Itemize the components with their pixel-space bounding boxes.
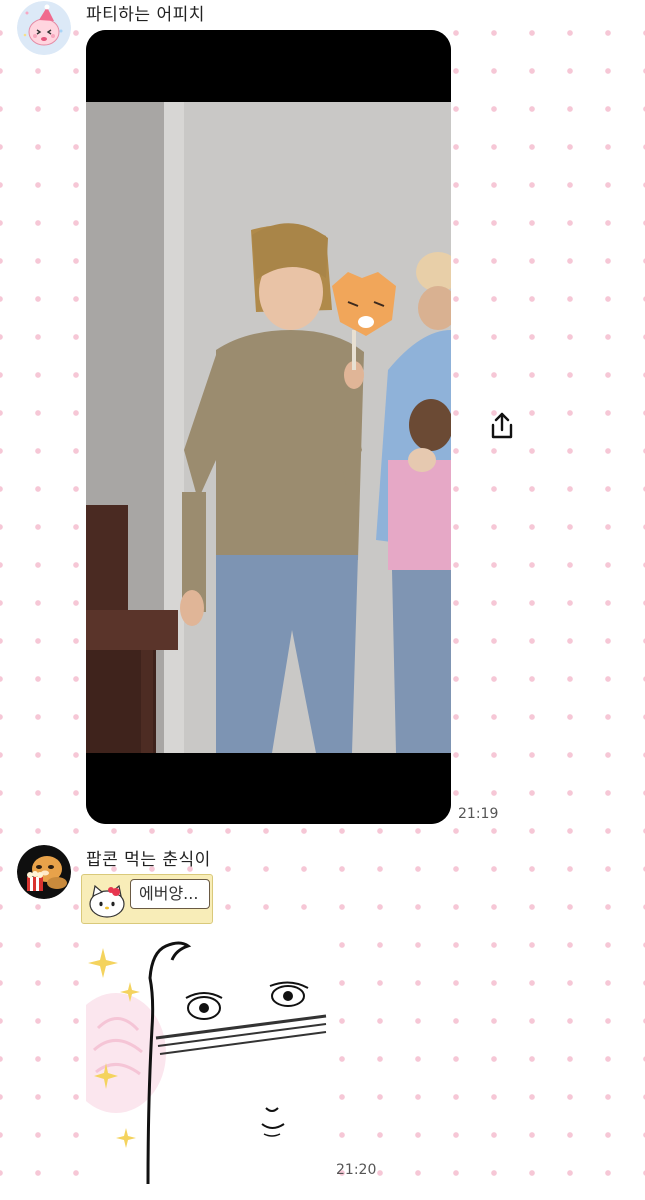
sender-name: 팝콘 먹는 춘식이 bbox=[86, 850, 211, 870]
sticker-drawing bbox=[86, 938, 330, 1184]
emoticon-message[interactable]: 에버양... bbox=[81, 874, 213, 924]
message-time: 21:19 bbox=[458, 806, 499, 822]
party-apeach-icon bbox=[17, 1, 71, 55]
emoticon-text: 에버양... bbox=[130, 879, 210, 909]
video-frame-image bbox=[86, 30, 451, 824]
sender-avatar-choonsik[interactable] bbox=[17, 845, 71, 899]
hello-kitty-icon bbox=[89, 884, 125, 918]
sender-avatar-apeach[interactable] bbox=[17, 1, 71, 55]
share-icon[interactable] bbox=[486, 410, 518, 442]
sticker-image[interactable] bbox=[86, 938, 330, 1184]
video-thumbnail[interactable] bbox=[86, 30, 451, 824]
message-time: 21:20 bbox=[336, 1162, 377, 1178]
sender-name: 파티하는 어피치 bbox=[86, 5, 205, 25]
popcorn-choonsik-icon bbox=[17, 845, 71, 899]
